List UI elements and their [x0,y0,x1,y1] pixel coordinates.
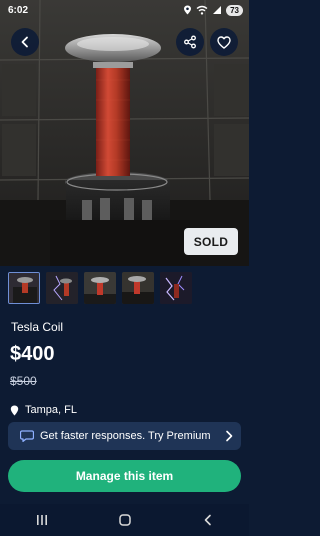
back-nav-icon[interactable] [202,514,214,526]
premium-banner[interactable]: Get faster responses. Try Premium [8,422,241,450]
favorite-button[interactable] [210,28,238,56]
listing-title: Tesla Coil [11,320,64,334]
recent-apps-icon[interactable] [35,514,49,526]
thumbnail-4[interactable] [122,272,154,304]
location-status-icon [184,5,192,15]
heart-icon [217,35,231,49]
wifi-icon [196,5,208,15]
home-icon[interactable] [118,513,132,527]
thumbnail-2[interactable] [46,272,78,304]
thumbnail-3[interactable] [84,272,116,304]
signal-icon [213,6,222,14]
sold-badge: SOLD [184,228,238,255]
location-pin-icon [10,405,19,415]
status-icons: 73 [183,4,243,16]
listing-price: $400 [10,343,55,365]
back-button[interactable] [11,28,39,56]
chat-bubble-icon [20,430,34,442]
status-time: 6:02 [8,4,29,16]
listing-location[interactable]: Tampa, FL [10,404,77,416]
manage-item-button[interactable]: Manage this item [8,460,241,492]
share-button[interactable] [176,28,204,56]
thumbnail-image [9,273,39,303]
share-icon [184,35,196,49]
premium-banner-label: Get faster responses. Try Premium [40,430,211,442]
battery-level: 73 [226,4,243,16]
thumbnail-5[interactable] [160,272,192,304]
thumbnail-image [122,272,154,304]
thumbnail-strip [8,272,192,304]
thumbnail-1[interactable] [8,272,40,304]
original-price: $500 [10,374,37,388]
thumbnail-image [160,272,192,304]
thumbnail-image [46,272,78,304]
location-label: Tampa, FL [25,404,77,416]
back-arrow-icon [21,36,28,48]
chevron-right-icon [226,430,233,442]
status-bar: 6:02 73 [0,0,249,20]
thumbnail-image [84,272,116,304]
system-nav-bar [0,504,249,536]
